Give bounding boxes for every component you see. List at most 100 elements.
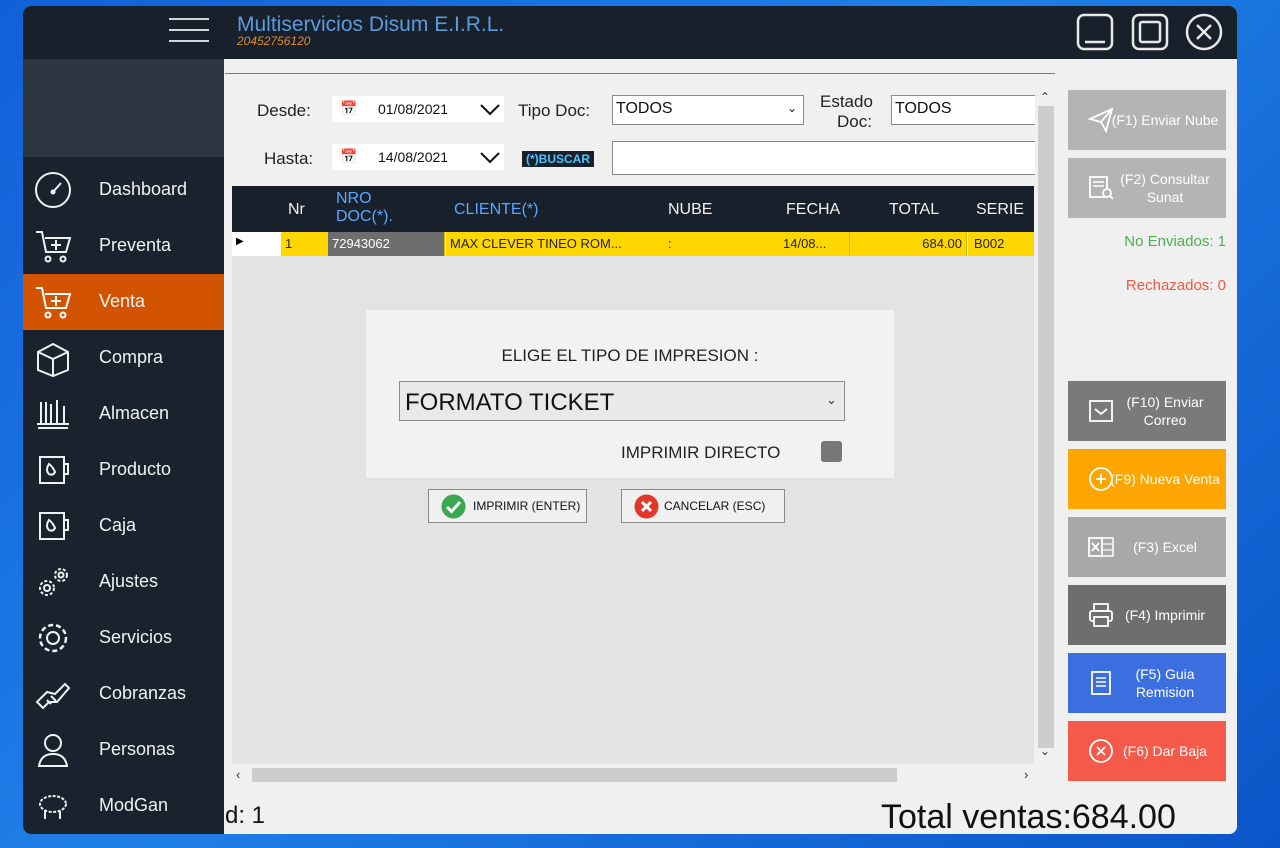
sidebar-item-ajustes[interactable]: Ajustes bbox=[23, 554, 224, 610]
hasta-label: Hasta: bbox=[264, 149, 314, 168]
enviar-nube-label: (F1) Enviar Nube bbox=[1111, 112, 1219, 128]
chevron-down-icon: ⌄ bbox=[826, 392, 837, 407]
print-button[interactable]: IMPRIMIR (ENTER) bbox=[428, 489, 587, 523]
sidebar-item-label: Compra bbox=[99, 347, 164, 367]
dialog-footer: IMPRIMIR (ENTER) CANCELAR (ESC) bbox=[366, 478, 894, 530]
box-icon bbox=[37, 342, 69, 378]
scroll-left-icon[interactable]: ‹ bbox=[236, 767, 240, 782]
vertical-scrollbar[interactable]: ⌃ ⌄ bbox=[1035, 88, 1057, 764]
estado-label-2: Doc: bbox=[837, 112, 872, 131]
dar-baja-label: (F6) Dar Baja bbox=[1122, 743, 1208, 759]
close-icon[interactable] bbox=[1185, 13, 1223, 51]
minimize-icon[interactable] bbox=[1076, 13, 1114, 51]
excel-label: (F3) Excel bbox=[1133, 539, 1197, 555]
estado-label: Estado bbox=[820, 92, 873, 111]
col-nube[interactable]: NUBE bbox=[668, 201, 712, 219]
scroll-thumb[interactable] bbox=[252, 768, 897, 782]
no-enviados-status: No Enviados: 1 bbox=[1124, 233, 1226, 250]
cell-serie: B002 bbox=[968, 232, 1029, 256]
sidebar-item-dashboard[interactable]: Dashboard bbox=[23, 162, 224, 218]
person-icon bbox=[37, 734, 69, 767]
col-total[interactable]: TOTAL bbox=[889, 201, 939, 219]
cancel-button[interactable]: CANCELAR (ESC) bbox=[621, 489, 785, 523]
enviar-nube-button[interactable]: (F1) Enviar Nube bbox=[1068, 90, 1226, 150]
buscar-input[interactable] bbox=[612, 141, 1036, 175]
sidebar-item-servicios[interactable]: Servicios bbox=[23, 610, 224, 666]
dialog-title: ELIGE EL TIPO DE IMPRESION : bbox=[501, 346, 759, 365]
cancel-icon bbox=[634, 494, 659, 519]
nueva-venta-label: (F9) Nueva Venta bbox=[1110, 471, 1220, 487]
check-icon bbox=[441, 494, 466, 519]
table-row[interactable]: ▶ 1 72943062 MAX CLEVER TINEO ROM... : 1… bbox=[232, 232, 1034, 256]
cell-total: 684.00 bbox=[850, 232, 967, 256]
maximize-icon[interactable] bbox=[1131, 13, 1169, 51]
product-icon bbox=[39, 512, 69, 540]
sidebar-item-label: Cobranzas bbox=[99, 683, 187, 703]
col-fecha[interactable]: FECHA bbox=[786, 201, 840, 219]
col-nro-doc[interactable]: NRO DOC(*). bbox=[336, 190, 416, 226]
sidebar-item-preventa[interactable]: Preventa bbox=[23, 218, 224, 274]
guia-remision-button[interactable]: (F5) Guia Remision bbox=[1068, 653, 1226, 713]
scroll-thumb[interactable] bbox=[1038, 106, 1054, 748]
sidebar-item-label: Venta bbox=[99, 291, 146, 311]
sidebar-item-label: Dashboard bbox=[99, 179, 188, 199]
cancel-button-label: CANCELAR (ESC) bbox=[664, 499, 766, 513]
rechazados-status: Rechazados: 0 bbox=[1125, 277, 1226, 294]
excel-button[interactable]: (F3) Excel bbox=[1068, 517, 1226, 577]
sidebar-item-label: Producto bbox=[99, 459, 172, 479]
col-serie[interactable]: SERIE bbox=[976, 201, 1024, 219]
print-format-value: FORMATO TICKET bbox=[405, 389, 615, 416]
cell-nube: : bbox=[660, 232, 783, 256]
horizontal-scrollbar[interactable]: ‹ › bbox=[232, 764, 1057, 786]
calendar-icon: 📅 bbox=[340, 100, 358, 116]
buscar-label: (*)BUSCAR bbox=[522, 151, 594, 167]
sidebar-item-cobranzas[interactable]: Cobranzas bbox=[23, 666, 224, 722]
dar-baja-button[interactable]: (F6) Dar Baja bbox=[1068, 721, 1226, 781]
sidebar-item-label: Caja bbox=[99, 515, 137, 535]
tipo-doc-value: TODOS bbox=[616, 100, 673, 117]
desde-label: Desde: bbox=[257, 101, 311, 120]
scroll-right-icon[interactable]: › bbox=[1024, 767, 1028, 782]
sidebar-item-producto[interactable]: Producto bbox=[23, 442, 224, 498]
sidebar-item-compra[interactable]: Compra bbox=[23, 330, 224, 386]
tipo-doc-select[interactable]: TODOS ⌄ bbox=[612, 95, 804, 125]
cart-icon bbox=[36, 287, 72, 319]
estado-doc-select[interactable]: TODOS bbox=[891, 95, 1036, 125]
chevron-down-icon[interactable] bbox=[480, 152, 500, 164]
total-ventas: Total ventas:684.00 bbox=[881, 798, 1176, 834]
cell-fecha: 14/08... bbox=[778, 232, 850, 256]
record-count: d: 1 bbox=[225, 802, 266, 829]
sidebar-header bbox=[23, 59, 224, 157]
col-nr[interactable]: Nr bbox=[288, 201, 305, 219]
desde-value: 01/08/2021 bbox=[378, 101, 449, 117]
sidebar-item-venta[interactable]: Venta bbox=[23, 274, 224, 330]
print-format-select[interactable]: FORMATO TICKET ⌄ bbox=[399, 381, 845, 421]
imprimir-label: (F4) Imprimir bbox=[1124, 607, 1206, 623]
sidebar-item-label: Ajustes bbox=[99, 571, 159, 591]
nueva-venta-button[interactable]: (F9) Nueva Venta bbox=[1068, 449, 1226, 509]
imprimir-button[interactable]: (F4) Imprimir bbox=[1068, 585, 1226, 645]
shelf-icon bbox=[37, 400, 69, 429]
scroll-up-icon[interactable]: ⌃ bbox=[1040, 90, 1050, 104]
desde-date-picker[interactable]: 📅 01/08/2021 bbox=[332, 96, 504, 122]
sidebar-item-modgan[interactable]: ModGan bbox=[23, 778, 224, 834]
cell-nr: 1 bbox=[281, 232, 332, 256]
col-cliente[interactable]: CLIENTE(*) bbox=[454, 201, 538, 219]
hasta-date-picker[interactable]: 📅 14/08/2021 bbox=[332, 144, 504, 170]
print-direct-checkbox[interactable] bbox=[821, 441, 842, 462]
sidebar-item-personas[interactable]: Personas bbox=[23, 722, 224, 778]
title-bar: Multiservicios Disum E.I.R.L. 2045275612… bbox=[23, 6, 1237, 59]
enviar-correo-button[interactable]: (F10) Enviar Correo bbox=[1068, 381, 1226, 441]
sidebar-item-label: Servicios bbox=[99, 627, 173, 647]
chevron-down-icon[interactable] bbox=[480, 104, 500, 116]
cart-icon bbox=[36, 231, 72, 263]
grid-header: Nr NRO DOC(*). CLIENTE(*) NUBE FECHA TOT… bbox=[232, 186, 1034, 232]
menu-icon[interactable] bbox=[169, 18, 209, 46]
divider bbox=[225, 73, 1055, 74]
cell-cliente: MAX CLEVER TINEO ROM... bbox=[446, 232, 661, 256]
sidebar-item-almacen[interactable]: Almacen bbox=[23, 386, 224, 442]
scroll-down-icon[interactable]: ⌄ bbox=[1040, 744, 1050, 758]
handshake-icon bbox=[35, 682, 71, 710]
sidebar-item-caja[interactable]: Caja bbox=[23, 498, 224, 554]
consultar-sunat-button[interactable]: (F2) Consultar Sunat bbox=[1068, 158, 1226, 218]
